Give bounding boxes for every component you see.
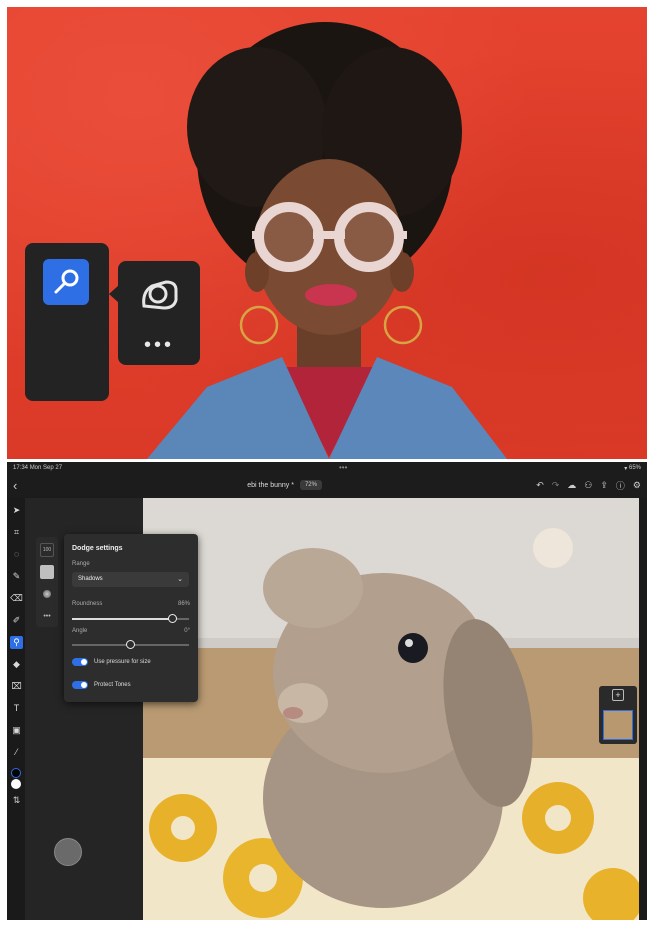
- gesture-card: •••: [109, 261, 200, 365]
- settings-icon[interactable]: ⚙: [633, 480, 641, 491]
- range-select[interactable]: Shadows ⌄: [72, 572, 189, 587]
- left-toolbar: ➤ ⌗ ◌ ✎ ⌫ ✐ ⚲ ◆ ⌧ T ▣ ⁄ ⇅: [7, 498, 25, 920]
- more-options-button[interactable]: •••: [40, 609, 54, 623]
- background-color-swatch[interactable]: [11, 779, 21, 789]
- back-button[interactable]: ‹: [13, 478, 33, 493]
- roundness-slider-knob[interactable]: [168, 614, 178, 623]
- roundness-label: Roundness: [72, 601, 103, 607]
- redo-icon[interactable]: ↷: [552, 480, 560, 491]
- cloud-icon[interactable]: ☁: [567, 480, 576, 491]
- ok-hand-gesture-icon: [134, 275, 184, 315]
- status-bar: 17:34 Mon Sep 27 ••• ▾ 65%: [7, 462, 647, 474]
- transform-icon[interactable]: ⌗: [10, 526, 23, 539]
- undo-icon[interactable]: ↶: [536, 480, 544, 491]
- bunny-photo: [143, 498, 639, 920]
- dodge-icon[interactable]: ⚲: [10, 636, 23, 649]
- range-label: Range: [72, 561, 90, 567]
- pressure-toggle-row[interactable]: Use pressure for size: [72, 658, 151, 666]
- brush-size-button[interactable]: 100: [40, 543, 54, 557]
- type-icon[interactable]: T: [10, 702, 23, 715]
- crop-icon[interactable]: ⌧: [10, 680, 23, 693]
- place-image-icon[interactable]: ▣: [10, 724, 23, 737]
- soft-brush-button[interactable]: [40, 565, 54, 579]
- clone-stamp-icon[interactable]: ✐: [10, 614, 23, 627]
- document-title[interactable]: ebi the bunny *: [247, 482, 294, 489]
- document-canvas[interactable]: [143, 498, 639, 920]
- battery-level: 65%: [628, 465, 641, 471]
- dodge-brush-icon[interactable]: [43, 259, 89, 305]
- hero-image: •••: [7, 7, 647, 459]
- eraser-icon[interactable]: ⌫: [10, 592, 23, 605]
- layers-mini-panel: +: [599, 686, 637, 744]
- subtool-strip: 100 •••: [36, 537, 58, 627]
- share-users-icon[interactable]: ⚇: [584, 480, 592, 491]
- eyedropper-icon[interactable]: ⁄: [10, 746, 23, 759]
- protect-tones-toggle[interactable]: [72, 681, 88, 689]
- angle-slider[interactable]: [72, 640, 189, 649]
- help-icon[interactable]: ⓘ: [616, 479, 625, 492]
- swap-colors-icon[interactable]: ⇅: [10, 794, 23, 807]
- angle-slider-knob[interactable]: [126, 640, 135, 649]
- dodge-settings-panel: Dodge settings Range Shadows ⌄ Roundness…: [64, 534, 198, 702]
- more-dots[interactable]: •••: [118, 335, 200, 355]
- multitask-dots[interactable]: •••: [62, 464, 624, 472]
- add-layer-button[interactable]: +: [612, 689, 624, 701]
- protect-tones-toggle-label: Protect Tones: [94, 682, 131, 688]
- hardness-button[interactable]: [40, 587, 54, 601]
- roundness-slider[interactable]: [72, 614, 189, 623]
- export-icon[interactable]: ⇪: [600, 480, 608, 491]
- brush-icon[interactable]: ✎: [10, 570, 23, 583]
- angle-value: 0°: [184, 628, 190, 634]
- foreground-color-swatch[interactable]: [11, 768, 21, 778]
- angle-label: Angle: [72, 628, 88, 634]
- pressure-toggle[interactable]: [72, 658, 88, 666]
- right-toolbar: [639, 498, 647, 920]
- wifi-icon: ▾: [624, 465, 628, 472]
- zoom-level[interactable]: 72%: [299, 480, 322, 490]
- callout-tail: [109, 285, 119, 303]
- title-bar: ‹ ebi the bunny * 72% ↶ ↷ ☁ ⚇ ⇪ ⓘ ⚙: [7, 474, 647, 496]
- roundness-slider-fill: [72, 618, 173, 620]
- protect-tones-toggle-row[interactable]: Protect Tones: [72, 681, 131, 689]
- brush-preview-circle[interactable]: [54, 838, 82, 866]
- roundness-value: 86%: [177, 601, 190, 607]
- select-icon[interactable]: ➤: [10, 504, 23, 517]
- fill-icon[interactable]: ◆: [10, 658, 23, 671]
- status-date: Mon Sep 27: [29, 465, 63, 471]
- tool-card: [25, 243, 109, 401]
- hardness-icon: [43, 590, 51, 598]
- status-time: 17:34: [13, 465, 29, 471]
- pressure-toggle-label: Use pressure for size: [94, 659, 151, 665]
- range-value: Shadows: [78, 576, 103, 582]
- photoshop-ipad-app: 17:34 Mon Sep 27 ••• ▾ 65% ‹ ebi the bun…: [7, 462, 647, 920]
- panel-title: Dodge settings: [72, 545, 123, 552]
- lasso-icon[interactable]: ◌: [10, 548, 23, 561]
- chevron-down-icon: ⌄: [177, 576, 183, 583]
- layer-thumbnail[interactable]: [603, 710, 633, 740]
